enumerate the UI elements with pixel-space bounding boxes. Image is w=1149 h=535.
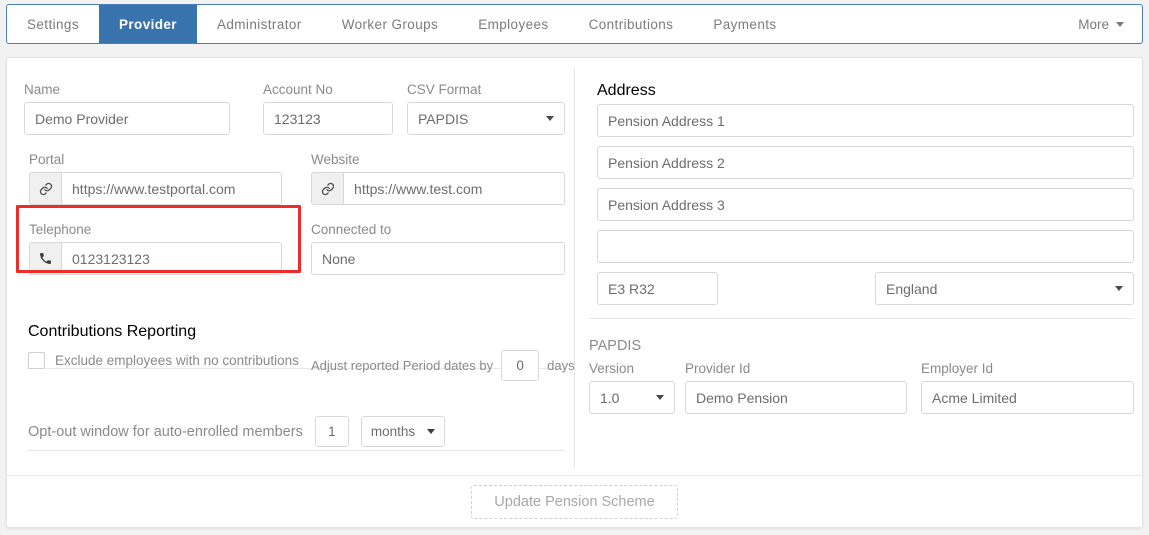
address-country: England (875, 272, 1134, 305)
telephone-input[interactable]: 0123123123 (61, 242, 282, 275)
address-line3-input[interactable]: Pension Address 3 (597, 188, 1134, 221)
address-line1-input[interactable]: Pension Address 1 (597, 104, 1134, 137)
portal-label: Portal (29, 152, 65, 167)
optout-window-unit-select[interactable]: months (360, 416, 445, 447)
tab-provider[interactable]: Provider (98, 5, 197, 43)
address-line-3: Pension Address 3 (597, 188, 1134, 221)
tab-administrator[interactable]: Administrator (197, 5, 322, 43)
chevron-down-icon (1115, 286, 1123, 291)
papdis-version-label: Version (589, 361, 635, 376)
phone-icon (29, 242, 62, 275)
left-column: Name Demo Provider Account No 123123 CSV… (7, 58, 575, 475)
update-pension-scheme-button[interactable]: Update Pension Scheme (471, 485, 678, 519)
portal-input[interactable]: https://www.testportal.com (61, 172, 282, 205)
tab-worker-groups[interactable]: Worker Groups (322, 5, 458, 43)
account-no-label: Account No (263, 82, 333, 97)
website-label: Website (311, 152, 360, 167)
csv-format-value: PAPDIS (418, 110, 469, 127)
field-papdis-employer-id: Employer Id Acme Limited (921, 361, 1134, 414)
address-postcode: E3 R32 (597, 272, 718, 305)
main-tabbar: Settings Provider Administrator Worker G… (6, 4, 1143, 44)
account-no-input[interactable]: 123123 (263, 102, 393, 135)
field-connected-to: Connected to None (311, 222, 565, 275)
card-footer: Update Pension Scheme (7, 475, 1142, 528)
name-input[interactable]: Demo Provider (24, 102, 230, 135)
exclude-employees-label: Exclude employees with no contributions (55, 353, 299, 368)
exclude-employees-row: Exclude employees with no contributions (28, 352, 299, 369)
chevron-down-icon (546, 116, 554, 121)
country-select[interactable]: England (875, 272, 1134, 305)
field-name: Name Demo Provider (24, 82, 230, 135)
left-divider-2 (27, 450, 565, 451)
field-papdis-provider-id: Provider Id Demo Pension (685, 361, 907, 414)
optout-window-value-input[interactable] (314, 416, 349, 447)
link-icon (29, 172, 62, 205)
right-column: Address Pension Address 1 Pension Addres… (575, 58, 1142, 475)
link-icon (311, 172, 344, 205)
papdis-employer-id-label: Employer Id (921, 361, 994, 376)
field-website: Website https://www.test.com (311, 152, 565, 205)
chevron-down-icon (1116, 21, 1124, 27)
tab-more-dropdown[interactable]: More (1068, 5, 1142, 43)
connected-to-input[interactable]: None (311, 242, 565, 275)
telephone-label: Telephone (29, 222, 92, 237)
csv-format-label: CSV Format (407, 82, 482, 97)
right-divider-1 (589, 318, 1134, 319)
provider-settings-card: Name Demo Provider Account No 123123 CSV… (6, 57, 1143, 528)
adjust-period-dates-row: Adjust reported Period dates by days (311, 350, 575, 381)
optout-window-unit-value: months (370, 424, 416, 439)
tab-more-label: More (1078, 16, 1109, 32)
field-telephone: Telephone 0123123123 (29, 222, 282, 275)
contributions-reporting-title: Contributions Reporting (28, 323, 197, 340)
optout-window-row: Opt-out window for auto-enrolled members… (28, 416, 445, 447)
tab-employees[interactable]: Employees (458, 5, 568, 43)
website-input-group: https://www.test.com (311, 172, 565, 205)
postcode-input[interactable]: E3 R32 (597, 272, 718, 305)
papdis-title: PAPDIS (589, 338, 642, 354)
csv-format-select[interactable]: PAPDIS (407, 102, 565, 135)
papdis-employer-id-input[interactable]: Acme Limited (921, 381, 1134, 414)
optout-window-label: Opt-out window for auto-enrolled members (28, 423, 303, 440)
chevron-down-icon (656, 395, 664, 400)
country-value: England (886, 280, 938, 297)
field-papdis-version: Version 1.0 (589, 361, 675, 414)
address-line2-input[interactable]: Pension Address 2 (597, 146, 1134, 179)
papdis-provider-id-input[interactable]: Demo Pension (685, 381, 907, 414)
papdis-version-select[interactable]: 1.0 (589, 381, 675, 414)
tab-payments[interactable]: Payments (693, 5, 796, 43)
adjust-period-prefix: Adjust reported Period dates by (311, 358, 494, 373)
address-label: Address (597, 82, 656, 99)
adjust-period-days-input[interactable] (501, 350, 540, 381)
address-line4-input[interactable] (597, 230, 1134, 263)
chevron-down-icon (426, 429, 435, 434)
field-portal: Portal https://www.testportal.com (29, 152, 282, 205)
portal-input-group: https://www.testportal.com (29, 172, 282, 205)
website-input[interactable]: https://www.test.com (343, 172, 565, 205)
connected-to-label: Connected to (311, 222, 392, 237)
address-line-1: Pension Address 1 (597, 104, 1134, 137)
field-account-no: Account No 123123 (263, 82, 393, 135)
card-body: Name Demo Provider Account No 123123 CSV… (7, 58, 1142, 475)
field-csv-format: CSV Format PAPDIS (407, 82, 565, 135)
address-line-2: Pension Address 2 (597, 146, 1134, 179)
tab-contributions[interactable]: Contributions (569, 5, 694, 43)
tabbar-spacer (797, 5, 1069, 43)
name-label: Name (24, 82, 61, 97)
telephone-input-group: 0123123123 (29, 242, 282, 275)
papdis-provider-id-label: Provider Id (685, 361, 751, 376)
exclude-employees-checkbox[interactable] (28, 352, 45, 369)
adjust-period-suffix: days (547, 358, 575, 373)
tab-settings[interactable]: Settings (7, 5, 99, 43)
address-line-4 (597, 230, 1134, 263)
papdis-version-value: 1.0 (600, 389, 620, 406)
